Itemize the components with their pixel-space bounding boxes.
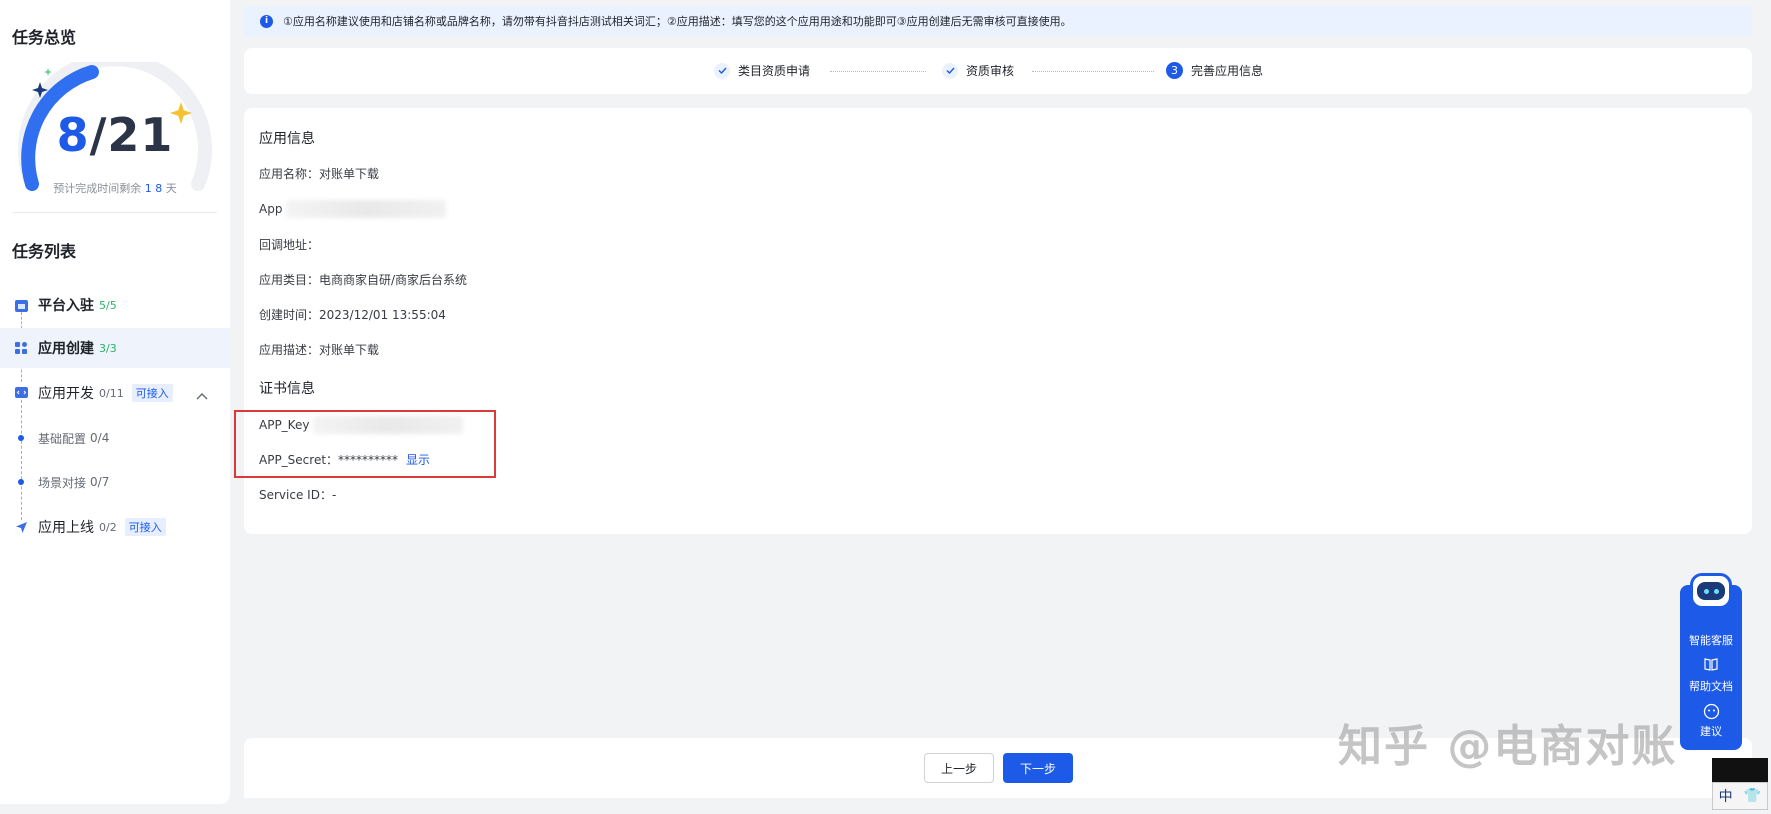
step-complete-app-info: 3 完善应用信息: [1166, 62, 1263, 79]
cert-info-title: 证书信息: [259, 381, 315, 397]
category-row: 应用类目： 电商商家自研/商家后台系统: [259, 273, 468, 287]
notice-text: ①应用名称建议使用和店铺名称或品牌名称，请勿带有抖音抖店测试相关词汇；②应用描述…: [283, 15, 1072, 28]
service-id-row: Service ID： -: [259, 487, 337, 503]
category-value: 电商商家自研/商家后台系统: [319, 273, 468, 287]
redacted-value: [286, 200, 447, 218]
task-name: 应用创建: [38, 341, 94, 357]
subtask-name: 基础配置: [38, 431, 87, 446]
ime-lang-toggle[interactable]: 中: [1719, 786, 1733, 806]
step-qualification-review: 资质审核: [942, 62, 1014, 79]
subtask-basic-config[interactable]: 基础配置 0/4: [0, 423, 230, 453]
app-name-value: 对账单下载: [319, 167, 380, 181]
book-icon[interactable]: [1680, 657, 1742, 675]
task-count: 5/5: [99, 298, 117, 312]
code-icon: [14, 386, 28, 400]
assistant-widget: 智能客服 帮助文档 建议: [1680, 573, 1742, 750]
ime-dark-strip: [1712, 758, 1768, 782]
created-time-value: 2023/12/01 13:55:04: [319, 307, 446, 322]
progress-gauge: 8/21 预计完成时间剩余 1 8 天: [10, 52, 220, 202]
description-value: 对账单下载: [319, 343, 380, 357]
step-connector: [830, 71, 926, 72]
step-label: 类目资质申请: [738, 64, 811, 78]
task-count: 3/3: [99, 341, 117, 355]
notice-banner: i ①应用名称建议使用和店铺名称或品牌名称，请勿带有抖音抖店测试相关词汇；②应用…: [244, 6, 1752, 36]
help-docs-button[interactable]: 帮助文档: [1680, 678, 1742, 694]
service-id-value: -: [331, 487, 337, 502]
prev-step-button[interactable]: 上一步: [924, 753, 994, 783]
subtask-scene-integration[interactable]: 场景对接 0/7: [0, 467, 230, 497]
feedback-button[interactable]: 建议: [1680, 723, 1742, 739]
grid-icon: [14, 341, 28, 355]
task-list-title: 任务列表: [12, 242, 77, 261]
ime-toolbar[interactable]: 中 👕: [1712, 782, 1768, 810]
subtask-name: 场景对接: [38, 475, 87, 490]
app-id-row: App: [259, 200, 447, 218]
task-platform-join[interactable]: 平台入驻 5/5: [0, 285, 230, 325]
subtask-count: 0/4: [90, 431, 110, 445]
shirt-icon[interactable]: 👕: [1744, 788, 1761, 804]
task-app-develop[interactable]: 应用开发 0/11 可接入: [0, 373, 230, 413]
subtask-count: 0/7: [90, 475, 110, 489]
sparkle-icon: [32, 82, 48, 98]
sidebar: 任务总览 8/21 预计完成时间剩余 1 8 天 任务列表 平台入驻 5/5 应…: [0, 0, 230, 804]
step-category-qualification: 类目资质申请: [714, 62, 810, 79]
step-number: 3: [1166, 62, 1183, 79]
check-icon: [714, 62, 730, 79]
step-connector: [1032, 71, 1154, 72]
chevron-up-icon[interactable]: [196, 385, 208, 404]
smart-service-button[interactable]: 智能客服: [1680, 632, 1742, 648]
bullet-dot: [18, 435, 24, 441]
task-name: 平台入驻: [38, 298, 94, 314]
bullet-dot: [18, 479, 24, 485]
sparkle-small-icon: [44, 68, 52, 76]
app-info-title: 应用信息: [259, 131, 315, 147]
highlight-box: [234, 410, 496, 478]
chat-icon[interactable]: [1680, 703, 1742, 723]
robot-icon[interactable]: [1690, 573, 1732, 609]
step-indicator: 类目资质申请 资质审核 3 完善应用信息: [244, 48, 1752, 94]
next-step-button[interactable]: 下一步: [1003, 753, 1073, 783]
overview-title: 任务总览: [12, 28, 77, 47]
estimate-text: 预计完成时间剩余 1 8 天: [53, 182, 177, 195]
created-time-row: 创建时间： 2023/12/01 13:55:04: [259, 307, 446, 323]
sidebar-divider: [12, 212, 217, 213]
info-icon: i: [260, 14, 273, 28]
status-badge: 可接入: [131, 384, 173, 402]
description-row: 应用描述： 对账单下载: [259, 343, 380, 357]
task-count: 0/2: [99, 520, 117, 534]
task-count: 0/11: [99, 386, 124, 400]
task-name: 应用开发: [38, 386, 94, 402]
step-label: 完善应用信息: [1191, 64, 1264, 78]
send-icon: [14, 520, 28, 534]
app-name-row: 应用名称： 对账单下载: [259, 167, 380, 181]
store-icon: [14, 298, 28, 312]
check-icon: [942, 62, 958, 79]
watermark: 知乎 @电商对账: [1338, 721, 1678, 772]
status-badge: 可接入: [124, 518, 166, 536]
task-app-launch[interactable]: 应用上线 0/2 可接入: [0, 507, 230, 547]
progress-value: 8/21: [56, 108, 174, 162]
step-label: 资质审核: [966, 64, 1015, 78]
timeline-line: [21, 400, 22, 520]
task-name: 应用上线: [38, 520, 94, 536]
callback-row: 回调地址：: [259, 238, 320, 252]
task-app-create[interactable]: 应用创建 3/3: [0, 328, 230, 368]
